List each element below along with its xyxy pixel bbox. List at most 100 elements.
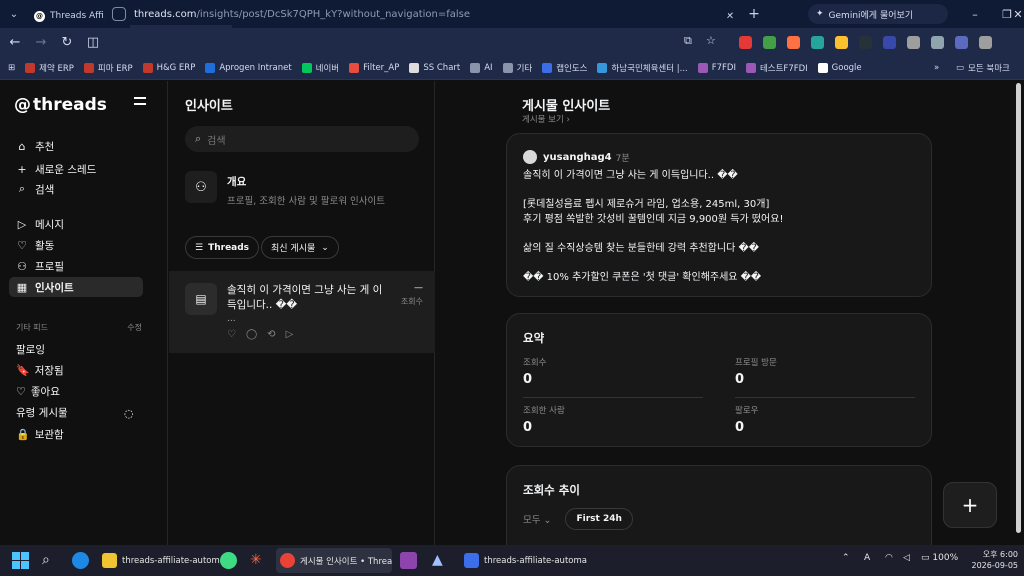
battery-indicator[interactable]: ▭ 100% <box>921 553 958 563</box>
bookmark-item[interactable]: Aprogen Intranet <box>205 62 292 74</box>
bookmark-item[interactable]: F7FDI <box>697 62 736 74</box>
address-bar[interactable]: threads.com/insights/post/DcSk7QPH_kY?wi… <box>104 3 728 25</box>
post-line-3: 후기 평점 쏙발한 갓성비 꿀템인데 지금 9,900원 득가 떴어요! <box>523 214 784 225</box>
sidebar-item[interactable]: ▷ 메시지 <box>9 214 143 234</box>
sidebar-item[interactable]: ⌂ 추천 <box>9 136 143 156</box>
windows-start-icon[interactable] <box>12 552 29 569</box>
post-views-value: — <box>414 283 423 293</box>
all-bookmarks-label: 모든 북마크 <box>968 63 1010 74</box>
share-icon[interactable]: ▷ <box>286 329 294 340</box>
like-icon[interactable]: ♡ <box>227 329 236 340</box>
bookmark-item[interactable]: Filter_AP <box>349 62 399 74</box>
scrollbar[interactable] <box>1014 81 1022 545</box>
sidebar-item[interactable]: ⌕ 검색 <box>9 179 143 199</box>
back-icon[interactable]: ← <box>2 35 28 50</box>
minimize-icon[interactable]: – <box>960 0 990 28</box>
taskbar-app-chrome[interactable]: 게시물 인사이트 • Threa <box>276 548 393 573</box>
new-tab-button[interactable]: + <box>742 6 766 22</box>
bookmark-item[interactable]: Google <box>817 62 862 74</box>
antigravity-icon[interactable]: ▲ <box>432 552 449 569</box>
left-navigation: @ threads ⌂ 추천 + 새로운 스레드 ⌕ 검색 ▷ 메시지 ♡ 활동 ⚇ 프로필 ▦ 인사이트 … <box>0 81 168 545</box>
side-panel-icon[interactable]: ◫ <box>80 35 106 50</box>
bookmarks-overflow-icon[interactable]: » <box>934 63 939 73</box>
bookmark-star-icon[interactable]: ☆ <box>706 34 716 47</box>
feed-item[interactable]: 팔로잉 <box>16 342 45 357</box>
app-icon[interactable] <box>220 552 237 569</box>
edge-icon[interactable] <box>72 552 89 569</box>
bookmark-item[interactable]: 제약 ERP <box>25 62 74 74</box>
bookmark-item[interactable]: 테스트F7FDI <box>745 62 808 74</box>
sidebar-item[interactable]: ♡ 활동 <box>9 235 143 255</box>
extension-icon[interactable] <box>907 36 920 49</box>
clock-date: 2026-09-05 <box>971 561 1019 570</box>
app-icon[interactable] <box>400 552 417 569</box>
bookmark-item[interactable]: 피마 ERP <box>83 62 133 74</box>
feed-item[interactable]: ♡ 좋아요 <box>16 384 60 399</box>
extension-icon[interactable] <box>763 36 776 49</box>
install-app-icon[interactable]: ⧉ <box>684 34 692 48</box>
forward-icon[interactable]: → <box>28 35 54 50</box>
extension-icon[interactable] <box>739 36 752 49</box>
tray-chevron-icon[interactable]: ⌃ <box>842 553 850 563</box>
view-post-link[interactable]: 게시물 보기 › <box>522 113 570 125</box>
filter-threads-chip[interactable]: ☰ Threads <box>185 236 260 259</box>
apps-grid-icon[interactable]: ⊞ <box>8 63 15 73</box>
insights-search-input[interactable]: ⌕ 검색 <box>185 126 419 152</box>
overview-item[interactable]: ⚇ 개요 프로필, 조회한 사람 및 팔로워 인사이트 <box>185 171 425 207</box>
post-list-item[interactable]: ▤ 솔직히 이 가격이면 그냥 사는 게 이득입니다.. �� ... — 조회… <box>169 271 435 353</box>
bookmark-item[interactable]: 캡인도스 <box>542 62 587 74</box>
bookmark-item[interactable]: AI <box>470 62 493 74</box>
ime-icon[interactable]: A <box>864 553 870 563</box>
sidebar-item[interactable]: ▦ 인사이트 <box>9 277 143 297</box>
stat-profile-visits-value: 0 <box>735 372 745 387</box>
bookmark-item[interactable]: 네이버 <box>301 62 339 74</box>
sort-dropdown[interactable]: 최신 게시물 ⌄ <box>261 236 339 259</box>
all-bookmarks-folder[interactable]: ▭ 모든 북마크 <box>956 62 1010 74</box>
extension-icon[interactable] <box>955 36 968 49</box>
feeds-edit-link[interactable]: 수정 <box>127 322 142 333</box>
threads-logo[interactable]: @ threads <box>14 95 107 115</box>
bookmark-label: 피마 ERP <box>97 63 133 74</box>
menu-icon[interactable] <box>134 97 146 109</box>
tab-search-icon[interactable]: ⌄ <box>0 0 28 28</box>
feed-item[interactable]: 🔖 저장됨 <box>16 363 64 378</box>
search-icon[interactable]: ⌕ <box>42 552 59 569</box>
post-preview-text: 솔직히 이 가격이면 그냥 사는 게 이득입니다.. �� <box>227 284 383 311</box>
first-24h-chip[interactable]: First 24h <box>565 508 633 530</box>
new-post-fab[interactable]: + <box>943 482 997 528</box>
bookmark-item[interactable]: 기타 <box>502 62 532 74</box>
wifi-icon[interactable]: ◠ <box>885 553 893 563</box>
gemini-button[interactable]: ✦ Gemini에게 물어보기 <box>808 4 948 24</box>
close-window-icon[interactable]: ✕ <box>1012 0 1024 28</box>
taskbar-app-explorer[interactable]: threads-affiliate-automa <box>98 548 225 573</box>
ghost-icon[interactable]: ◌ <box>124 407 134 420</box>
extension-icon[interactable] <box>859 36 872 49</box>
sidebar-item-label: 인사이트 <box>35 281 74 294</box>
sidebar-item[interactable]: ⚇ 프로필 <box>9 256 143 276</box>
bookmark-item[interactable]: H&G ERP <box>142 62 195 74</box>
bookmark-item[interactable]: SS Chart <box>409 62 460 74</box>
taskbar-app-editor[interactable]: threads-affiliate-automa <box>460 548 587 573</box>
volume-icon[interactable]: ◁ <box>903 553 910 563</box>
extension-icon[interactable] <box>787 36 800 49</box>
extension-icon[interactable] <box>835 36 848 49</box>
feed-item[interactable]: 🔒 보관함 <box>16 427 64 442</box>
stat-profile-visits: 프로필 방문 0 <box>735 356 915 398</box>
plus-icon: + <box>17 162 27 176</box>
claude-icon[interactable]: ✳ <box>250 552 267 569</box>
trend-scope-dropdown[interactable]: 모두 ⌄ <box>523 512 551 526</box>
feed-item[interactable]: 유령 게시물 <box>16 405 68 420</box>
system-clock[interactable]: 오후 6:00 2026-09-05 <box>962 549 1019 571</box>
repost-icon[interactable]: ⟲ <box>267 329 275 340</box>
extension-icon[interactable] <box>811 36 824 49</box>
post-document-icon: ▤ <box>185 283 217 315</box>
bookmark-item[interactable]: 하남국민체육센터 |... <box>597 62 688 74</box>
extension-icon[interactable] <box>931 36 944 49</box>
sidebar-item[interactable]: + 새로운 스레드 <box>9 159 143 179</box>
extension-icon[interactable] <box>979 36 992 49</box>
site-info-icon[interactable] <box>112 7 126 21</box>
post-author[interactable]: yusanghag4 7분 <box>523 150 630 164</box>
reload-icon[interactable]: ↻ <box>54 35 80 50</box>
extension-icon[interactable] <box>883 36 896 49</box>
comment-icon[interactable]: ◯ <box>246 329 257 340</box>
